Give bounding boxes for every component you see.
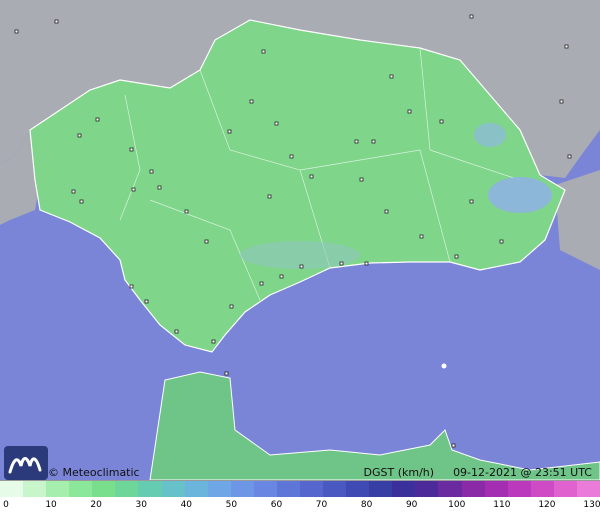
legend-swatch (576, 481, 600, 497)
gust-patch-east (488, 177, 552, 213)
legend-tick-label: 100 (448, 500, 466, 510)
legend-swatch (23, 481, 47, 497)
map-title: DGST (km/h) 09-12-2021 @ 23:51 UTC (364, 466, 592, 479)
legend-tick-label: 20 (90, 500, 102, 510)
legend-swatch (253, 481, 277, 497)
gust-patch-north-east (474, 123, 506, 147)
legend-swatch (415, 481, 439, 497)
legend-swatch (461, 481, 485, 497)
legend-tick-label: 90 (405, 500, 418, 510)
color-legend: 0 10 20 30 40 50 60 70 80 90 100 110 120 130 (0, 480, 600, 518)
logo-m-icon (8, 457, 42, 474)
legend-ticks: 0 10 20 30 40 50 60 70 80 90 100 110 120 130 (0, 498, 600, 516)
variable-label: DGST (km/h) (363, 466, 435, 479)
legend-swatch (115, 481, 139, 497)
legend-swatch (300, 481, 324, 497)
legend-swatch (69, 481, 93, 497)
legend-swatch (346, 481, 370, 497)
legend-swatch (92, 481, 116, 497)
legend-tick-label: 80 (360, 500, 373, 510)
legend-tick-label: 0 (3, 500, 9, 510)
wind-gust-map: © Meteoclimatic DGST (km/h) 09-12-2021 @… (0, 0, 600, 518)
legend-tick-label: 70 (315, 500, 328, 510)
legend-tick-label: 110 (493, 500, 511, 510)
legend-swatch (530, 481, 554, 497)
legend-tick-label: 30 (135, 500, 147, 510)
legend-tick-label: 60 (270, 500, 283, 510)
legend-swatch (369, 481, 393, 497)
legend-swatch (138, 481, 162, 497)
timestamp-label: 09-12-2021 @ 23:51 UTC (453, 466, 592, 479)
legend-swatch (392, 481, 416, 497)
legend-swatch (323, 481, 347, 497)
legend-swatch (276, 481, 301, 497)
meteoclimatic-logo (4, 446, 48, 480)
legend-swatch (507, 481, 531, 497)
legend-tick-label: 40 (180, 500, 193, 510)
legend-swatch (484, 481, 508, 497)
legend-tick-label: 130 (583, 500, 600, 510)
legend-swatch (207, 481, 231, 497)
legend-swatch (0, 481, 24, 497)
legend-tick-label: 50 (225, 500, 238, 510)
map-canvas (0, 0, 600, 481)
alboran-island (441, 363, 447, 369)
legend-tick-label: 120 (538, 500, 556, 510)
legend-tick-label: 10 (45, 500, 57, 510)
legend-swatch (184, 481, 208, 497)
legend-swatch (161, 481, 185, 497)
credit-label: © Meteoclimatic (48, 466, 140, 479)
legend-color-scale (0, 481, 600, 497)
legend-swatch (230, 481, 254, 497)
legend-swatch (553, 481, 577, 497)
legend-swatch (46, 481, 70, 497)
legend-swatch (438, 481, 462, 497)
